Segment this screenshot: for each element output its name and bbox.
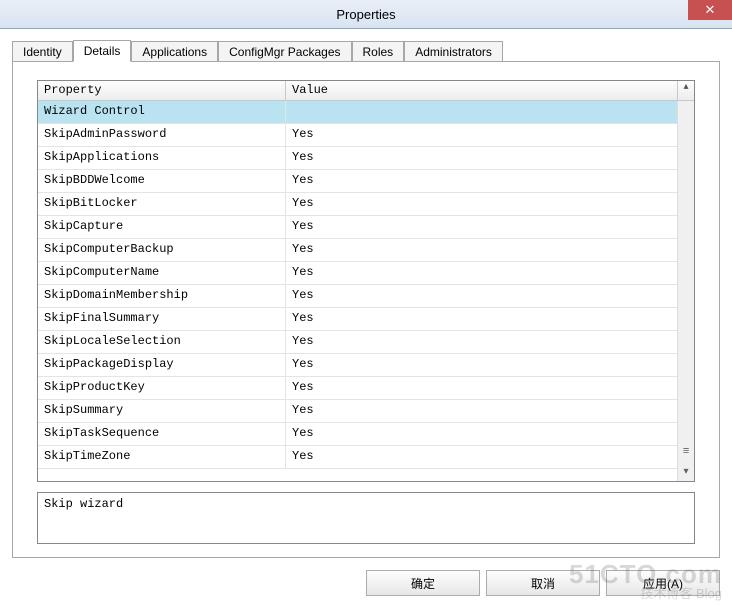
cell-property: SkipBitLocker [38, 193, 286, 215]
scrollbar-grip-icon[interactable]: ≡ [680, 445, 692, 459]
cell-property: SkipComputerBackup [38, 239, 286, 261]
table-row[interactable]: SkipSummaryYes [38, 400, 678, 423]
cell-property: Wizard Control [38, 101, 286, 123]
table-row[interactable]: SkipFinalSummaryYes [38, 308, 678, 331]
cell-property: SkipProductKey [38, 377, 286, 399]
tab-roles[interactable]: Roles [352, 41, 405, 62]
cell-value: Yes [286, 400, 678, 422]
cell-value: Yes [286, 147, 678, 169]
cell-value: Yes [286, 308, 678, 330]
cell-value: Yes [286, 124, 678, 146]
title-bar: Properties ✕ [0, 0, 732, 29]
table-row[interactable]: SkipComputerBackupYes [38, 239, 678, 262]
dialog-body: IdentityDetailsApplicationsConfigMgr Pac… [0, 29, 732, 605]
tab-configmgr-packages[interactable]: ConfigMgr Packages [218, 41, 351, 62]
tab-details[interactable]: Details [73, 40, 132, 62]
table-row[interactable]: SkipCaptureYes [38, 216, 678, 239]
cell-property: SkipTimeZone [38, 446, 286, 468]
cell-property: SkipSummary [38, 400, 286, 422]
cell-value: Yes [286, 193, 678, 215]
cell-value [286, 101, 678, 123]
table-row[interactable]: SkipTimeZoneYes [38, 446, 678, 469]
cell-property: SkipPackageDisplay [38, 354, 286, 376]
cell-property: SkipTaskSequence [38, 423, 286, 445]
cell-property: SkipLocaleSelection [38, 331, 286, 353]
column-header-property[interactable]: Property [38, 81, 286, 101]
close-button[interactable]: ✕ [688, 0, 732, 20]
cell-value: Yes [286, 331, 678, 353]
cell-value: Yes [286, 377, 678, 399]
cell-value: Yes [286, 354, 678, 376]
tab-panel-details: Property Value ▴ Wizard ControlSkipAdmin… [12, 61, 720, 558]
tab-administrators[interactable]: Administrators [404, 41, 503, 62]
cell-value: Yes [286, 423, 678, 445]
cell-property: SkipCapture [38, 216, 286, 238]
table-row[interactable]: SkipBitLockerYes [38, 193, 678, 216]
tab-applications[interactable]: Applications [131, 41, 218, 62]
window-title: Properties [336, 7, 395, 22]
table-rows: Wizard ControlSkipAdminPasswordYesSkipAp… [38, 101, 678, 481]
detail-textbox[interactable]: Skip wizard [37, 492, 695, 544]
table-row[interactable]: SkipTaskSequenceYes [38, 423, 678, 446]
cell-value: Yes [286, 285, 678, 307]
cell-property: SkipDomainMembership [38, 285, 286, 307]
cell-value: Yes [286, 446, 678, 468]
tab-strip: IdentityDetailsApplicationsConfigMgr Pac… [12, 39, 503, 61]
cell-property: SkipFinalSummary [38, 308, 286, 330]
cell-property: SkipAdminPassword [38, 124, 286, 146]
tab-identity[interactable]: Identity [12, 41, 73, 62]
cell-value: Yes [286, 170, 678, 192]
cell-property: SkipComputerName [38, 262, 286, 284]
close-icon: ✕ [705, 2, 716, 18]
cell-value: Yes [286, 262, 678, 284]
cell-value: Yes [286, 216, 678, 238]
table-row[interactable]: SkipBDDWelcomeYes [38, 170, 678, 193]
apply-button[interactable]: 应用(A) [606, 570, 720, 596]
vertical-scrollbar[interactable]: ≡ ▾ [677, 101, 694, 481]
ok-button[interactable]: 确定 [366, 570, 480, 596]
table-header: Property Value ▴ [38, 81, 694, 101]
cell-value: Yes [286, 239, 678, 261]
cell-property: SkipApplications [38, 147, 286, 169]
table-row[interactable]: SkipLocaleSelectionYes [38, 331, 678, 354]
table-row[interactable]: SkipPackageDisplayYes [38, 354, 678, 377]
dialog-button-row: 确定 取消 应用(A) [366, 570, 720, 596]
cancel-button[interactable]: 取消 [486, 570, 600, 596]
table-row[interactable]: SkipAdminPasswordYes [38, 124, 678, 147]
column-header-value[interactable]: Value [286, 81, 678, 101]
table-row[interactable]: SkipApplicationsYes [38, 147, 678, 170]
table-row[interactable]: SkipDomainMembershipYes [38, 285, 678, 308]
properties-table: Property Value ▴ Wizard ControlSkipAdmin… [37, 80, 695, 482]
table-row[interactable]: Wizard Control [38, 101, 678, 124]
table-row[interactable]: SkipComputerNameYes [38, 262, 678, 285]
scroll-up-icon[interactable]: ▴ [678, 81, 694, 101]
cell-property: SkipBDDWelcome [38, 170, 286, 192]
table-row[interactable]: SkipProductKeyYes [38, 377, 678, 400]
scroll-down-icon[interactable]: ▾ [680, 465, 692, 479]
